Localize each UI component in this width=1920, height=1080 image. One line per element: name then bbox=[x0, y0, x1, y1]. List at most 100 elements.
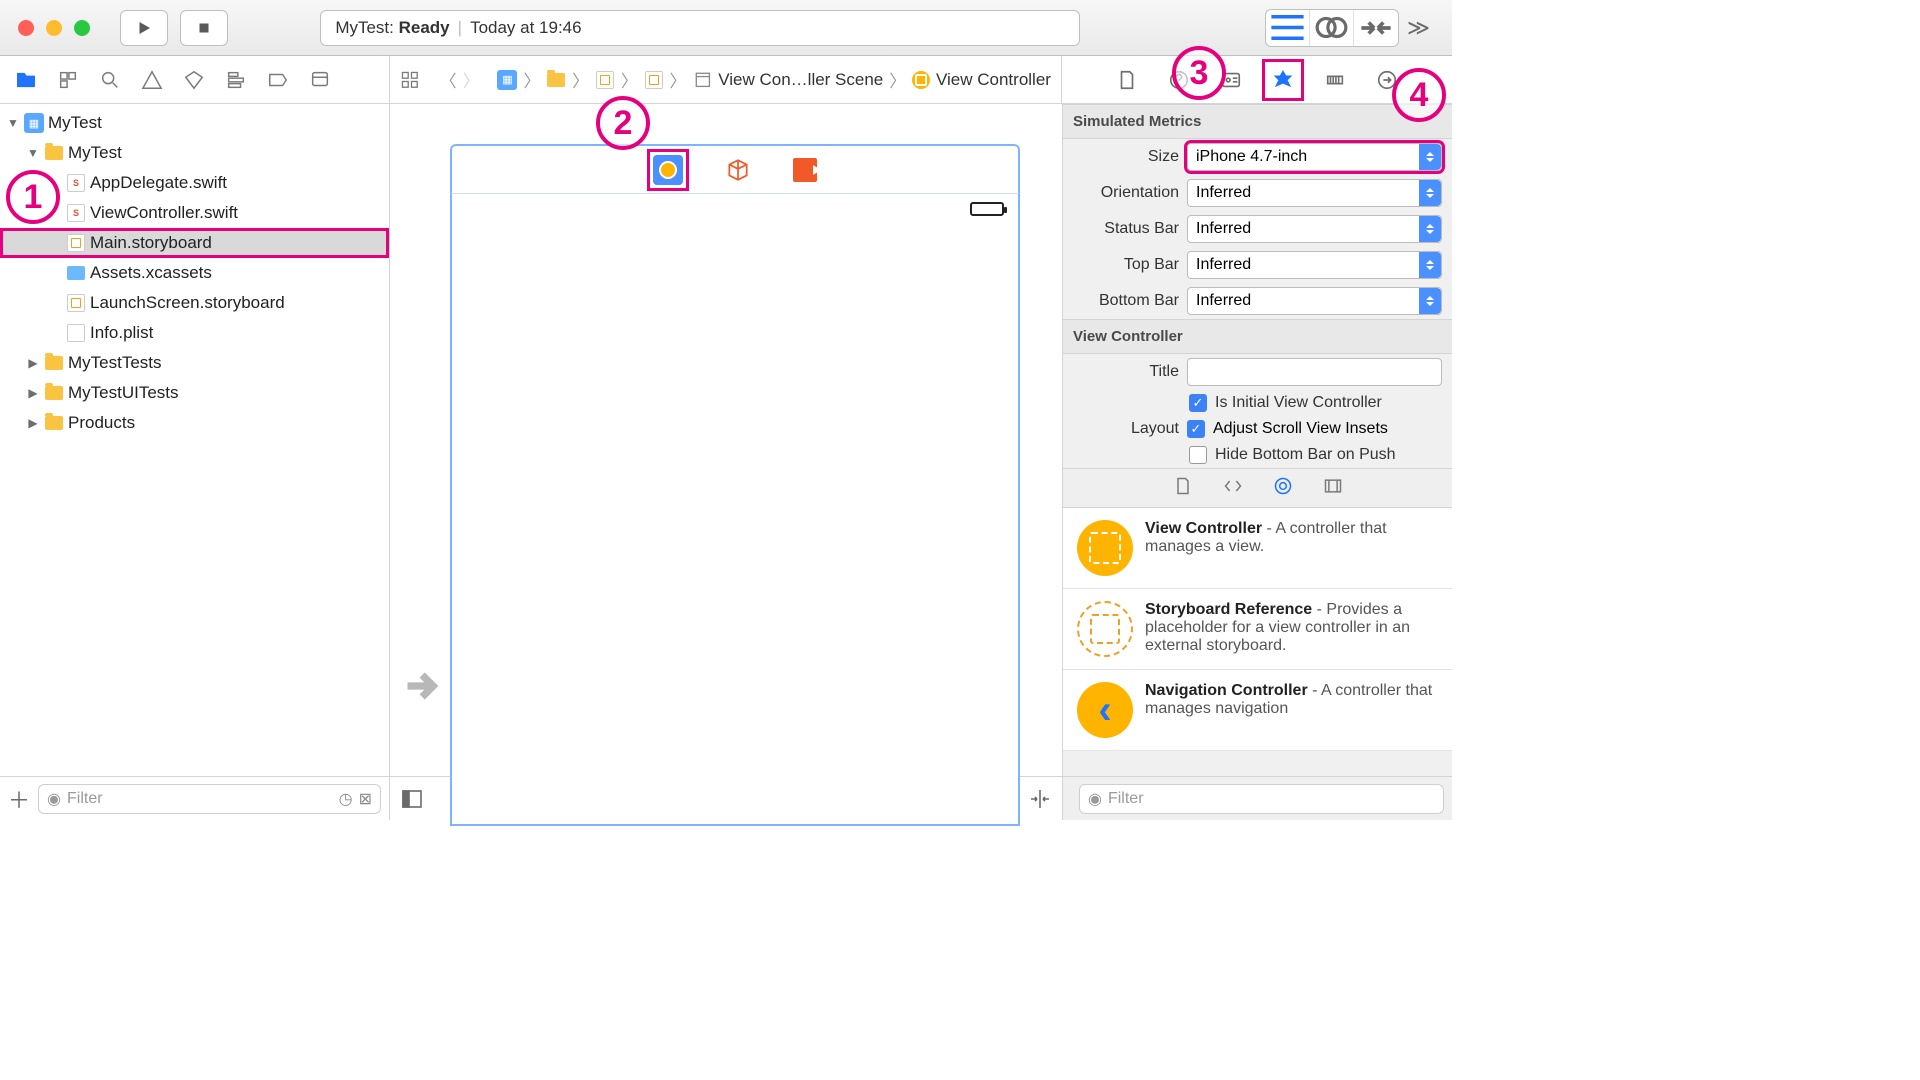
folder-uitests[interactable]: ▶MyTestUITests bbox=[0, 378, 389, 408]
file-infoplist[interactable]: Info.plist bbox=[0, 318, 389, 348]
navigator-filter-input[interactable]: ◉ Filter ◷ ⊠ bbox=[38, 784, 381, 814]
file-assets[interactable]: Assets.xcassets bbox=[0, 258, 389, 288]
test-navigator-tab[interactable] bbox=[182, 68, 206, 92]
document-outline-toggle[interactable] bbox=[400, 787, 424, 811]
orientation-select[interactable]: Inferred bbox=[1187, 179, 1442, 207]
library-item-view-controller[interactable]: View Controller - A controller that mana… bbox=[1063, 508, 1452, 589]
activity-viewer[interactable]: MyTest: Ready | Today at 19:46 bbox=[320, 10, 1080, 46]
initial-vc-arrow-icon[interactable] bbox=[402, 664, 446, 713]
project-navigator-tab[interactable] bbox=[14, 68, 38, 92]
symbol-navigator-tab[interactable] bbox=[56, 68, 80, 92]
object-library-list[interactable]: View Controller - A controller that mana… bbox=[1063, 508, 1452, 751]
close-window-button[interactable] bbox=[18, 20, 34, 36]
media-library-tab[interactable] bbox=[1323, 476, 1343, 501]
view-controller-crumb-label[interactable]: View Controller bbox=[936, 70, 1051, 90]
version-editor-button[interactable] bbox=[1354, 10, 1398, 46]
scene-dock bbox=[450, 144, 1020, 194]
navigator-footer: ＋ ◉ Filter ◷ ⊠ bbox=[0, 776, 389, 820]
find-navigator-tab[interactable] bbox=[98, 68, 122, 92]
file-main-storyboard[interactable]: Main.storyboard bbox=[0, 228, 389, 258]
recent-filter-icon[interactable]: ◷ bbox=[339, 789, 353, 809]
library-footer: ◉ Filter bbox=[1063, 776, 1452, 820]
title-input[interactable] bbox=[1187, 358, 1442, 386]
topbar-select[interactable]: Inferred bbox=[1187, 251, 1442, 279]
assistant-editor-button[interactable] bbox=[1310, 10, 1354, 46]
view-controller-thumb-icon bbox=[1077, 520, 1133, 576]
connections-inspector-tab[interactable] bbox=[1373, 66, 1401, 94]
statusbar-select[interactable]: Inferred bbox=[1187, 215, 1442, 243]
library-item-storyboard-reference[interactable]: Storyboard Reference - Provides a placeh… bbox=[1063, 589, 1452, 670]
run-button[interactable] bbox=[120, 10, 168, 46]
library-item-navigation-controller[interactable]: Navigation Controller - A controller tha… bbox=[1063, 670, 1452, 751]
editor-mode-segment[interactable] bbox=[1265, 9, 1399, 47]
title-label: Title bbox=[1073, 363, 1179, 381]
minimize-window-button[interactable] bbox=[46, 20, 62, 36]
storyboard-canvas[interactable] bbox=[390, 104, 1062, 776]
zoom-window-button[interactable] bbox=[74, 20, 90, 36]
folder-tests[interactable]: ▶MyTestTests bbox=[0, 348, 389, 378]
add-button[interactable]: ＋ bbox=[8, 783, 30, 815]
back-button[interactable]: 〈 bbox=[440, 67, 457, 92]
object-library-tab[interactable] bbox=[1273, 476, 1293, 501]
standard-editor-button[interactable] bbox=[1266, 10, 1310, 46]
exit-dock-icon[interactable] bbox=[793, 158, 817, 182]
size-select[interactable]: iPhone 4.7-inch bbox=[1187, 143, 1442, 171]
filter-placeholder: Filter bbox=[67, 790, 103, 808]
file-template-library-tab[interactable] bbox=[1173, 476, 1193, 501]
project-root[interactable]: ▼▦MyTest bbox=[0, 108, 389, 138]
file-inspector-tab[interactable] bbox=[1113, 66, 1141, 94]
filter-icon: ◉ bbox=[47, 789, 61, 809]
file-appdelegate[interactable]: SAppDelegate.swift bbox=[0, 168, 389, 198]
scene-crumb-label[interactable]: View Con…ller Scene bbox=[718, 70, 883, 90]
scm-filter-icon[interactable]: ⊠ bbox=[359, 789, 372, 809]
project-navigator: ▼▦MyTest ▼MyTest SAppDelegate.swift SVie… bbox=[0, 104, 390, 820]
breakpoint-navigator-tab[interactable] bbox=[266, 68, 290, 92]
size-label: Size bbox=[1073, 148, 1179, 166]
view-controller-header: View Controller bbox=[1063, 319, 1452, 354]
scene-crumb-icon bbox=[693, 70, 713, 90]
stop-button[interactable] bbox=[180, 10, 228, 46]
file-launchscreen[interactable]: LaunchScreen.storyboard bbox=[0, 288, 389, 318]
adjust-insets-checkbox[interactable]: ✓ bbox=[1187, 420, 1205, 438]
file-viewcontroller[interactable]: SViewController.swift bbox=[0, 198, 389, 228]
device-frame[interactable] bbox=[450, 194, 1020, 826]
inspector-panel: Simulated Metrics SizeiPhone 4.7-inch Or… bbox=[1062, 104, 1452, 820]
view-controller-scene[interactable] bbox=[450, 146, 1020, 826]
library-filter-input[interactable]: ◉ Filter bbox=[1079, 784, 1444, 814]
forward-button[interactable]: 〉 bbox=[463, 67, 480, 92]
initial-vc-checkbox[interactable]: ✓ bbox=[1189, 394, 1207, 412]
resizing-button[interactable] bbox=[1028, 787, 1052, 811]
jump-bar[interactable]: 〈 〉 ▦〉 〉 〉 〉 View Con…ller Scene〉 View C… bbox=[390, 56, 1062, 103]
view-controller-dock-icon[interactable] bbox=[653, 155, 683, 185]
simulated-metrics-header: Simulated Metrics bbox=[1063, 104, 1452, 139]
issue-navigator-tab[interactable] bbox=[140, 68, 164, 92]
navigation-controller-thumb-icon bbox=[1077, 682, 1133, 738]
first-responder-dock-icon[interactable] bbox=[723, 155, 753, 185]
folder-products[interactable]: ▶Products bbox=[0, 408, 389, 438]
size-inspector-tab[interactable] bbox=[1321, 66, 1349, 94]
filter-icon: ◉ bbox=[1088, 789, 1102, 809]
topbar-label: Top Bar bbox=[1073, 256, 1179, 274]
report-navigator-tab[interactable] bbox=[308, 68, 332, 92]
traffic-lights bbox=[0, 20, 108, 36]
debug-navigator-tab[interactable] bbox=[224, 68, 248, 92]
quick-help-inspector-tab[interactable] bbox=[1165, 66, 1193, 94]
initial-vc-label: Is Initial View Controller bbox=[1215, 394, 1382, 412]
library-tab-bar bbox=[1063, 468, 1452, 508]
toolbar-overflow-icon[interactable]: ≫ bbox=[1399, 15, 1438, 41]
code-snippet-library-tab[interactable] bbox=[1223, 476, 1243, 501]
bottombar-select[interactable]: Inferred bbox=[1187, 287, 1442, 315]
project-crumb-icon: ▦ bbox=[497, 70, 517, 90]
layout-label: Layout bbox=[1073, 420, 1179, 438]
activity-separator: | bbox=[458, 18, 462, 38]
attributes-inspector-tab[interactable] bbox=[1269, 66, 1297, 94]
navigator-selector bbox=[0, 56, 390, 103]
hide-bottom-checkbox[interactable] bbox=[1189, 446, 1207, 464]
folder-crumb-icon bbox=[546, 70, 566, 90]
related-items-icon[interactable] bbox=[400, 70, 420, 90]
activity-timestamp: Today at 19:46 bbox=[470, 18, 582, 38]
group-folder[interactable]: ▼MyTest bbox=[0, 138, 389, 168]
adjust-insets-label: Adjust Scroll View Insets bbox=[1213, 420, 1388, 438]
identity-inspector-tab[interactable] bbox=[1217, 66, 1245, 94]
hide-bottom-label: Hide Bottom Bar on Push bbox=[1215, 446, 1396, 464]
